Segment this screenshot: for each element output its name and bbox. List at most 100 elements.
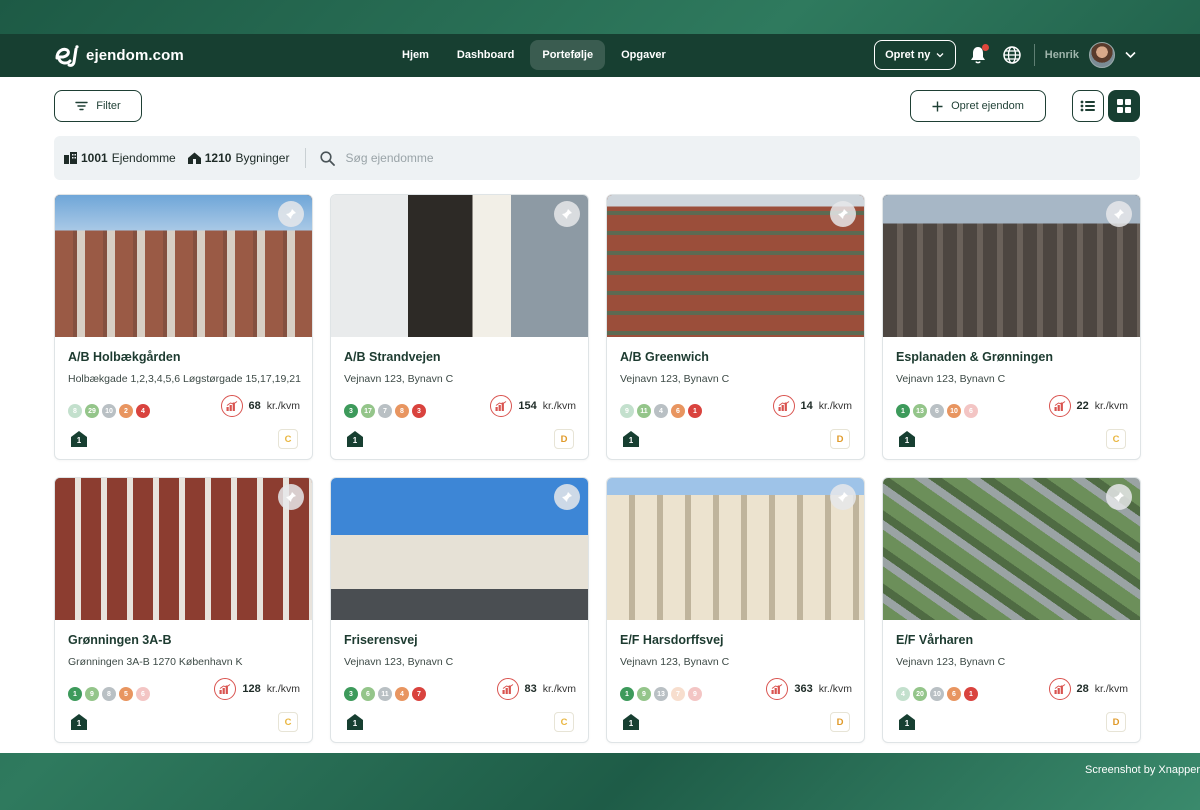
main-nav: Hjem Dashboard Portefølje Opgaver (390, 40, 678, 70)
property-photo (331, 195, 588, 337)
globe-icon (1003, 46, 1021, 64)
pin-button[interactable] (278, 484, 304, 510)
price-value: 83 (524, 683, 537, 695)
property-card[interactable]: Grønningen 3A-B Grønningen 3A-B 1270 Køb… (54, 477, 313, 743)
filter-button[interactable]: Filter (54, 90, 142, 122)
building-count: 1 (628, 719, 634, 728)
property-card[interactable]: A/B Strandvejen Vejnavn 123, Bynavn C 3 … (330, 194, 589, 460)
filter-label: Filter (96, 100, 121, 112)
grid-view-button[interactable] (1108, 90, 1140, 122)
pin-button[interactable] (830, 484, 856, 510)
status-count-red: 3 (412, 404, 426, 418)
pin-button[interactable] (1106, 201, 1132, 227)
energy-label: D (1106, 712, 1126, 732)
pin-button[interactable] (554, 201, 580, 227)
status-count-red: 1 (688, 404, 702, 418)
price-value: 154 (518, 400, 537, 412)
app-window: ejendom.com Hjem Dashboard Portefølje Op… (0, 34, 1200, 753)
building-count: 1 (352, 436, 358, 445)
building-count-badge: 1 (347, 714, 363, 730)
property-name: E/F Vårharen (896, 633, 974, 647)
price-value: 128 (242, 683, 261, 695)
bar-chart-icon (1048, 678, 1071, 700)
user-name[interactable]: Henrik (1045, 49, 1079, 61)
pin-icon (286, 492, 296, 502)
logo[interactable]: ejendom.com (54, 44, 184, 67)
pin-icon (1114, 209, 1124, 219)
property-card[interactable]: A/B Greenwich Vejnavn 123, Bynavn C 9 11… (606, 194, 865, 460)
toolbar: Filter Opret ejendom (54, 90, 1140, 124)
status-count-red: 1 (964, 687, 978, 701)
building-count: 1 (76, 436, 82, 445)
status-count-green: 1 (620, 687, 634, 701)
notifications-button[interactable] (966, 43, 990, 67)
price-value: 28 (1076, 683, 1089, 695)
status-count-lightgreen: 17 (361, 404, 375, 418)
user-menu-chevron-icon[interactable] (1125, 51, 1136, 59)
price-value: 68 (248, 400, 261, 412)
price-unit: kr./kvm (542, 683, 576, 695)
property-card[interactable]: Friserensvej Vejnavn 123, Bynavn C 3 6 1… (330, 477, 589, 743)
pin-button[interactable] (278, 201, 304, 227)
create-property-button[interactable]: Opret ejendom (910, 90, 1046, 122)
property-photo (607, 478, 864, 620)
nav-item-dashboard[interactable]: Dashboard (445, 40, 526, 70)
property-address: Vejnavn 123, Bynavn C (344, 373, 454, 385)
price-per-sqm: 154 kr./kvm (490, 395, 576, 417)
status-count-orange: 6 (947, 687, 961, 701)
price-per-sqm: 22 kr./kvm (1048, 395, 1128, 417)
property-card[interactable]: E/F Harsdorffsvej Vejnavn 123, Bynavn C … (606, 477, 865, 743)
pin-icon (562, 492, 572, 502)
property-card[interactable]: Esplanaden & Grønningen Vejnavn 123, Byn… (882, 194, 1141, 460)
building-count: 1 (904, 719, 910, 728)
pin-icon (838, 492, 848, 502)
property-address: Vejnavn 123, Bynavn C (620, 373, 730, 385)
bar-chart-icon (496, 678, 519, 700)
property-grid: A/B Holbækgården Holbækgade 1,2,3,4,5,6 … (54, 194, 1141, 743)
task-status-counts: 3 6 11 4 7 (344, 687, 426, 701)
search-input[interactable] (345, 151, 546, 165)
buildings-icon (64, 152, 77, 164)
language-button[interactable] (1000, 43, 1024, 67)
status-count-grey: 10 (102, 404, 116, 418)
nav-item-hjem[interactable]: Hjem (390, 40, 441, 70)
house-icon (187, 152, 201, 164)
property-photo (607, 195, 864, 337)
logo-icon (55, 44, 79, 67)
price-per-sqm: 128 kr./kvm (214, 678, 300, 700)
building-count: 1 (904, 436, 910, 445)
pin-button[interactable] (1106, 484, 1132, 510)
pin-icon (1114, 492, 1124, 502)
status-count-grey: 8 (102, 687, 116, 701)
pin-button[interactable] (554, 484, 580, 510)
create-new-button[interactable]: Opret ny (873, 40, 956, 70)
energy-label: C (1106, 429, 1126, 449)
task-status-counts: 1 13 6 10 6 (896, 404, 978, 418)
buildings-count: 1210 (204, 151, 232, 165)
status-count-grey: 7 (378, 404, 392, 418)
status-count-lightgreen: 13 (913, 404, 927, 418)
energy-label: C (278, 429, 298, 449)
properties-count: 1001 (81, 151, 108, 165)
property-card[interactable]: E/F Vårharen Vejnavn 123, Bynavn C 4 20 … (882, 477, 1141, 743)
bar-chart-icon (772, 395, 795, 417)
property-card[interactable]: A/B Holbækgården Holbækgade 1,2,3,4,5,6 … (54, 194, 313, 460)
task-status-counts: 1 9 8 5 6 (68, 687, 150, 701)
price-value: 22 (1076, 400, 1089, 412)
status-count-grey: 4 (654, 404, 668, 418)
property-address: Vejnavn 123, Bynavn C (896, 656, 1006, 668)
avatar[interactable] (1089, 42, 1115, 68)
screenshot-credit: Screenshot by Xnapper (1085, 764, 1200, 776)
status-count-orange: 4 (395, 687, 409, 701)
list-view-button[interactable] (1072, 90, 1104, 122)
energy-label: C (278, 712, 298, 732)
nav-item-portefolje[interactable]: Portefølje (530, 40, 606, 70)
energy-label: D (830, 712, 850, 732)
price-unit: kr./kvm (542, 400, 576, 412)
nav-item-opgaver[interactable]: Opgaver (609, 40, 678, 70)
search-box (320, 150, 546, 166)
pin-button[interactable] (830, 201, 856, 227)
status-count-red: 9 (688, 687, 702, 701)
status-count-green: 1 (896, 404, 910, 418)
status-count-orange: 5 (119, 687, 133, 701)
